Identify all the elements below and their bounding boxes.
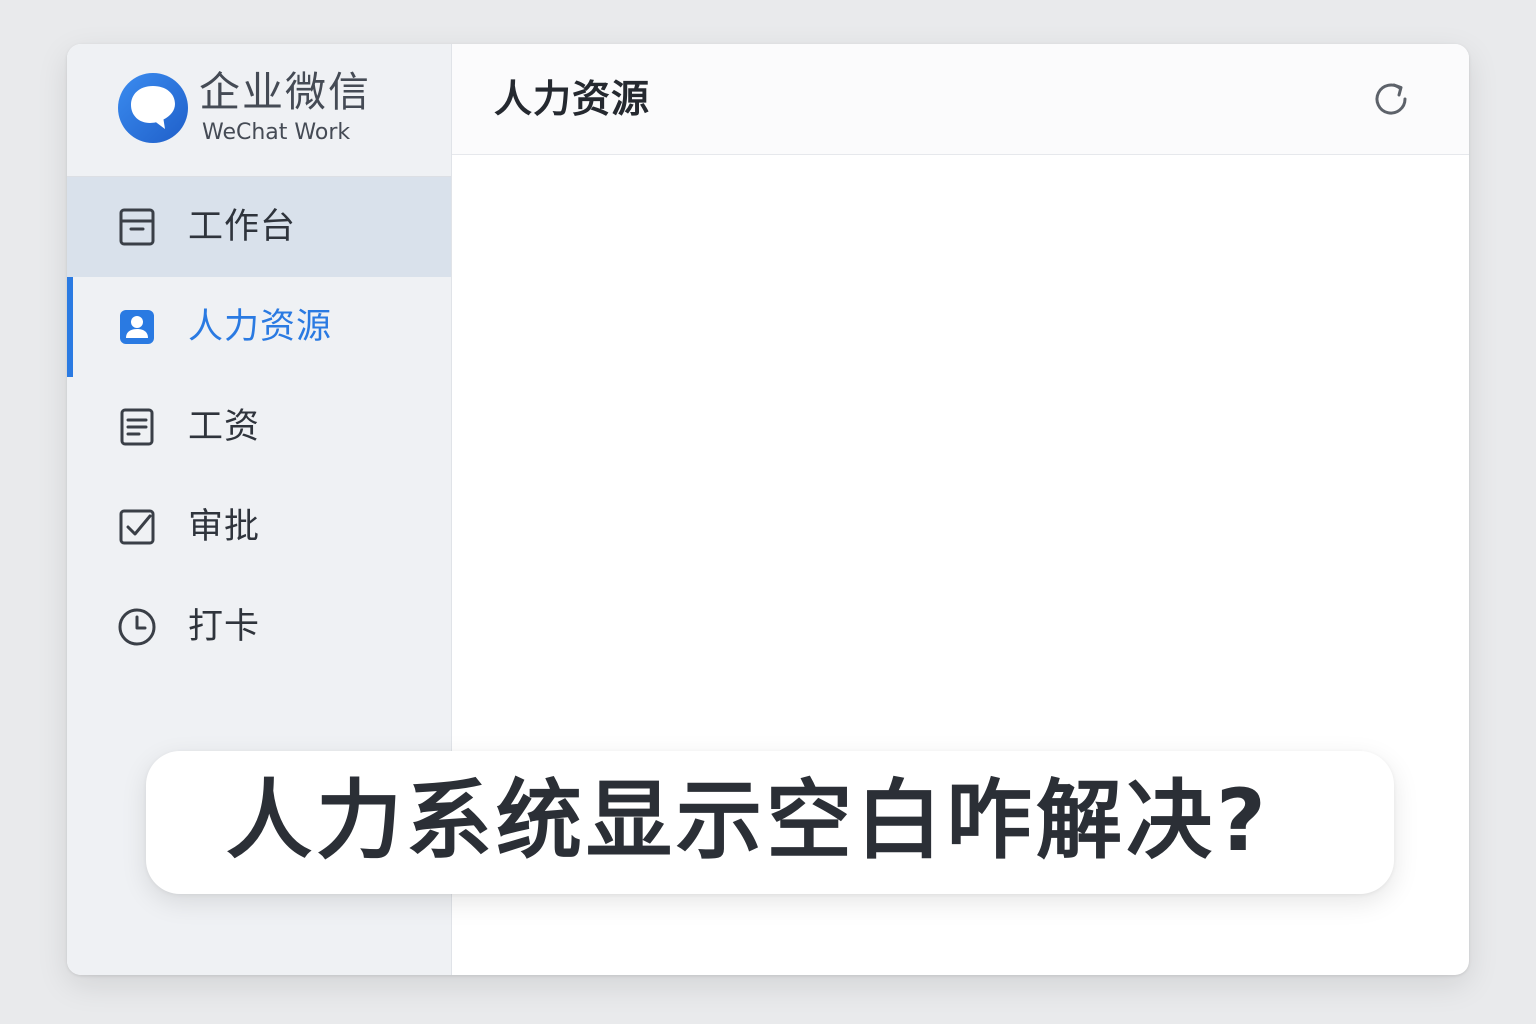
sidebar-item-hr[interactable]: 人力资源 [67, 277, 451, 377]
brand-name-cn: 企业微信 [199, 68, 371, 116]
sidebar-item-workbench[interactable]: 工作台 [67, 177, 451, 277]
workbench-icon [119, 208, 155, 246]
page-title: 人力资源 [494, 77, 651, 121]
brand-header: 企业微信 WeChat Work [67, 44, 451, 177]
sidebar-nav: 工作台 人力资源 工资 审批 打卡 [67, 177, 451, 677]
sidebar-item-label: 审批 [188, 507, 261, 547]
sidebar-item-label: 工资 [188, 407, 261, 447]
sidebar-item-label: 工作台 [188, 207, 297, 247]
active-indicator [67, 277, 73, 377]
sidebar-item-label: 人力资源 [188, 307, 333, 347]
wechat-work-logo-icon [118, 73, 188, 143]
caption-banner: 人力系统显示空白咋解决? [146, 751, 1394, 894]
clock-icon [118, 608, 156, 646]
document-icon [120, 408, 154, 446]
sidebar-item-approval[interactable]: 审批 [67, 477, 451, 577]
refresh-icon[interactable] [1370, 78, 1412, 120]
sidebar-item-checkin[interactable]: 打卡 [67, 577, 451, 677]
checkbox-icon [119, 509, 155, 545]
caption-text: 人力系统显示空白咋解决? [226, 771, 1270, 871]
user-card-icon [120, 310, 154, 344]
sidebar-item-label: 打卡 [188, 607, 261, 647]
brand-name-en: WeChat Work [202, 120, 351, 145]
main-header: 人力资源 [452, 44, 1469, 155]
sidebar-item-salary[interactable]: 工资 [67, 377, 451, 477]
